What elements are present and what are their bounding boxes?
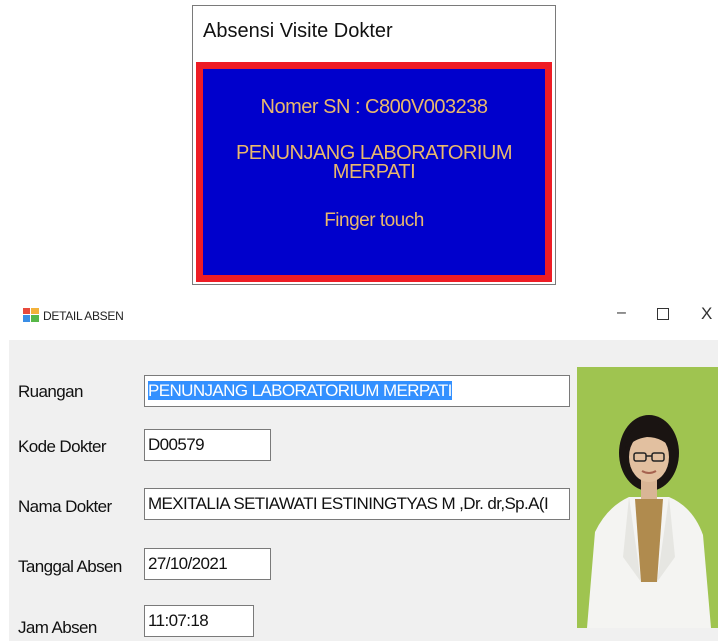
finger-status-inner: Nomer SN : C800V003238 PENUNJANG LABORAT… <box>203 69 545 275</box>
nama-dokter-field[interactable]: MEXITALIA SETIAWATI ESTININGTYAS M ,Dr. … <box>144 488 570 520</box>
form-area: Ruangan PENUNJANG LABORATORIUM MERPATI K… <box>9 340 718 641</box>
maximize-button[interactable] <box>657 308 669 320</box>
finger-dialog-title: Absensi Visite Dokter <box>203 20 393 42</box>
kode-dokter-label: Kode Dokter <box>18 437 107 456</box>
doctor-photo <box>577 367 718 628</box>
jam-absen-label: Jam Absen <box>18 618 97 637</box>
finger-dialog: Absensi Visite Dokter Nomer SN : C800V00… <box>192 5 556 285</box>
kode-dokter-field[interactable]: D00579 <box>144 429 271 461</box>
window-title: DETAIL ABSEN <box>43 309 124 323</box>
close-button[interactable]: X <box>701 304 712 324</box>
serial-number-text: Nomer SN : C800V003238 <box>260 96 488 118</box>
ruangan-value: PENUNJANG LABORATORIUM MERPATI <box>148 381 452 400</box>
finger-touch-status: Finger touch <box>324 210 424 231</box>
tanggal-absen-label: Tanggal Absen <box>18 557 122 576</box>
app-icon <box>23 308 39 322</box>
ruangan-field[interactable]: PENUNJANG LABORATORIUM MERPATI <box>144 375 570 407</box>
location-line-2: MERPATI <box>332 161 416 183</box>
finger-status-panel: Nomer SN : C800V003238 PENUNJANG LABORAT… <box>196 62 552 282</box>
nama-dokter-label: Nama Dokter <box>18 497 112 516</box>
title-bar[interactable]: DETAIL ABSEN – X <box>9 292 718 340</box>
tanggal-absen-field[interactable]: 27/10/2021 <box>144 548 271 580</box>
minimize-button[interactable]: – <box>617 304 626 322</box>
detail-absen-window: DETAIL ABSEN – X Ruangan PENUNJANG LABOR… <box>9 292 718 641</box>
doctor-photo-image <box>577 367 718 628</box>
jam-absen-field[interactable]: 11:07:18 <box>144 605 254 637</box>
ruangan-label: Ruangan <box>18 382 83 401</box>
location-text: PENUNJANG LABORATORIUM MERPATI <box>196 143 552 183</box>
